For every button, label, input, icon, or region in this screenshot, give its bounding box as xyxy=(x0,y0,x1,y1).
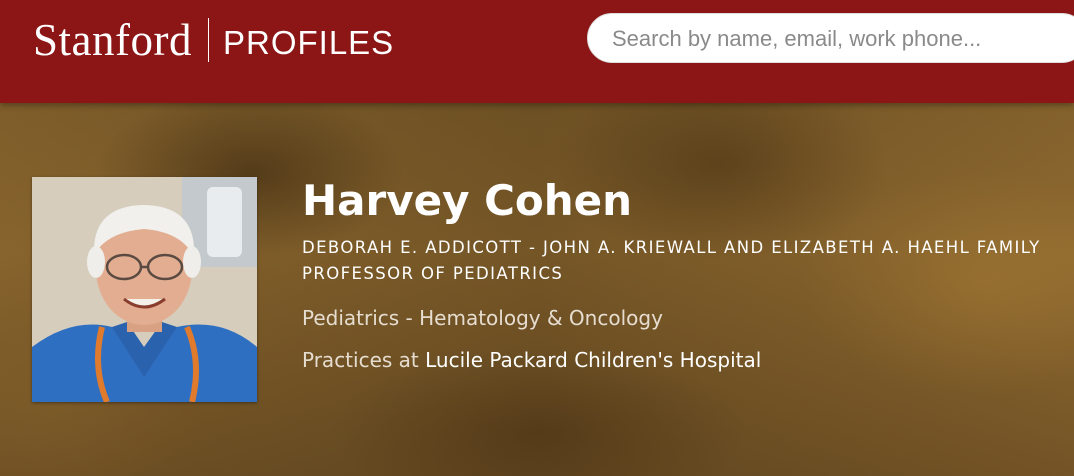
top-header: Stanford PROFILES xyxy=(0,0,1074,103)
profile-practice: Practices at Lucile Packard Children's H… xyxy=(302,344,761,376)
practice-prefix: Practices at xyxy=(302,348,426,372)
profile-photo xyxy=(32,177,257,402)
practice-location-link[interactable]: Lucile Packard Children's Hospital xyxy=(425,348,761,372)
search-input[interactable] xyxy=(612,14,1074,64)
logo-wordmark: Stanford xyxy=(33,15,192,65)
logo-divider xyxy=(207,18,209,62)
profile-name: Harvey Cohen xyxy=(302,176,633,225)
logo-section-name: PROFILES xyxy=(222,24,395,61)
profile-department: Pediatrics - Hematology & Oncology xyxy=(302,306,663,330)
profile-hero: Harvey Cohen DEBORAH E. ADDICOTT - JOHN … xyxy=(0,103,1074,476)
profile-title: DEBORAH E. ADDICOTT - JOHN A. KRIEWALL A… xyxy=(302,238,1041,283)
stanford-profiles-logo[interactable]: Stanford PROFILES xyxy=(33,14,394,66)
search-box xyxy=(587,13,1074,64)
profile-photo-illustration xyxy=(32,177,257,402)
